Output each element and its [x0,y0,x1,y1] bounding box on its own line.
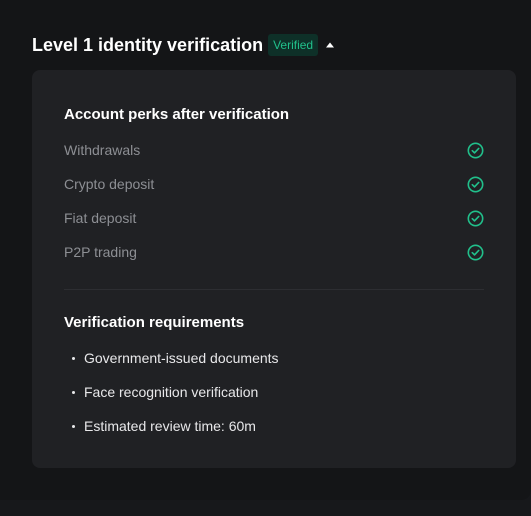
requirement-label: Estimated review time: 60m [84,418,256,434]
page-title: Level 1 identity verification [32,34,264,55]
check-circle-icon [466,209,484,227]
perk-label: Fiat deposit [64,210,137,226]
verification-header: Level 1 identity verification Verified [32,33,335,57]
perk-label: P2P trading [64,244,137,260]
requirement-item: Face recognition verification [72,382,258,402]
perk-row-fiat-deposit: Fiat deposit [64,208,484,228]
bullet-icon [72,390,75,394]
status-badge: Verified [268,34,319,56]
check-circle-icon [466,175,484,193]
requirement-item: Estimated review time: 60m [72,416,256,436]
perk-label: Withdrawals [64,142,141,158]
section-divider [64,289,484,290]
verification-panel: Level 1 identity verification Verified A… [0,0,531,500]
bullet-icon [72,424,75,428]
perk-label: Crypto deposit [64,176,155,192]
perks-title: Account perks after verification [64,106,290,123]
requirement-label: Face recognition verification [84,384,259,400]
check-circle-icon [466,243,484,261]
verification-card: Account perks after verification Withdra… [32,70,516,468]
requirements-title: Verification requirements [64,314,245,331]
perk-row-withdrawals: Withdrawals [64,140,484,160]
collapse-caret-icon[interactable] [325,40,335,50]
perk-row-p2p-trading: P2P trading [64,242,484,262]
requirement-label: Government-issued documents [84,350,279,366]
check-circle-icon [466,141,484,159]
requirement-item: Government-issued documents [72,348,279,368]
perk-row-crypto-deposit: Crypto deposit [64,174,484,194]
bullet-icon [72,356,75,360]
